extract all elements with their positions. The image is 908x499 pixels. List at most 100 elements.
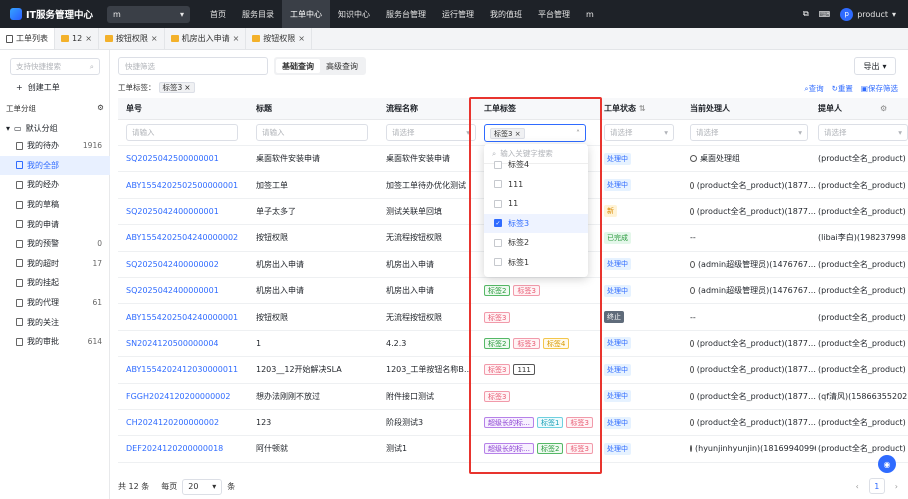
translate-icon[interactable]: ⌨ bbox=[819, 10, 831, 19]
tag-option[interactable]: ✓ 标签3 bbox=[484, 213, 588, 233]
ticket-id-link[interactable]: ABY1554202412030000011 bbox=[126, 357, 246, 382]
close-icon[interactable]: × bbox=[184, 83, 190, 92]
checkbox[interactable]: ✓ bbox=[494, 219, 502, 228]
checkbox[interactable] bbox=[494, 199, 502, 208]
ticket-id-link[interactable]: SQ2025042400000001 bbox=[126, 278, 246, 303]
column-header[interactable]: 单号 bbox=[126, 98, 246, 119]
column-header[interactable]: 工单状态 ⇅ bbox=[604, 98, 682, 119]
tag-filter-select[interactable]: 标签3 × ˄ bbox=[484, 124, 586, 142]
save-filter-link[interactable]: ▣保存筛选 bbox=[861, 83, 898, 94]
ticket-id-link[interactable]: SQ2025042500000001 bbox=[126, 146, 246, 171]
nav-item[interactable]: m bbox=[578, 0, 602, 28]
tag-badge: 标签2 bbox=[484, 337, 511, 349]
checkbox[interactable] bbox=[494, 238, 502, 247]
active-filter-chip[interactable]: 标签3 × bbox=[158, 82, 195, 93]
ticket-id-link[interactable]: SQ2025042400000002 bbox=[126, 252, 246, 277]
sidebar-item[interactable]: 我的待办 1916 bbox=[0, 136, 110, 156]
close-icon[interactable]: × bbox=[85, 34, 92, 43]
ticket-id-link[interactable]: SN2024120500000004 bbox=[126, 331, 246, 356]
sidebar-item[interactable]: 我的代理 61 bbox=[0, 293, 110, 313]
sidebar-search-input[interactable]: 支持快捷搜索 ⌕ bbox=[10, 58, 100, 75]
table-row[interactable]: ABY1554202412030000011 1203__12开始解决SLA 120… bbox=[118, 357, 908, 384]
column-filter-input[interactable]: 请输入 bbox=[126, 124, 238, 141]
table-row[interactable]: ABY1554202504240000001 按钮权限 无流程按钮权限 标签3 终止 --… bbox=[118, 304, 908, 331]
tab-basic-query[interactable]: 基础查询 bbox=[276, 59, 320, 73]
page-size-select[interactable]: 20 ▾ bbox=[182, 478, 223, 495]
sidebar-item[interactable]: 我的预警 0 bbox=[0, 234, 110, 254]
table-row[interactable]: SN2024120500000004 1 4.2.3 标签2 标签3 标签4 处理中 (pro… bbox=[118, 331, 908, 358]
tab-advanced-query[interactable]: 高级查询 bbox=[320, 59, 364, 73]
column-header[interactable]: 当前处理人 bbox=[690, 98, 816, 119]
sort-icon[interactable]: ⇅ bbox=[639, 104, 646, 113]
ticket-id-link[interactable]: CH2024120200000002 bbox=[126, 410, 246, 435]
default-group[interactable]: ▾ ▭ 默认分组 bbox=[6, 123, 58, 134]
table-row[interactable]: SQ2025042400000001 机房出入申请 机房出入申请 标签2 标签3 处理中 (… bbox=[118, 278, 908, 305]
nav-item[interactable]: 服务台管理 bbox=[378, 0, 434, 28]
tag-option[interactable]: 标签1 bbox=[484, 253, 588, 273]
app-logo[interactable]: IT服务管理中心 bbox=[0, 7, 105, 21]
current-page-button[interactable]: 1 bbox=[868, 478, 885, 494]
nav-item[interactable]: 知识中心 bbox=[330, 0, 378, 28]
flow-name: 无流程按钮权限 bbox=[386, 312, 442, 322]
ticket-id-link[interactable]: ABY1554202504240000001 bbox=[126, 304, 246, 329]
nav-item[interactable]: 首页 bbox=[202, 0, 234, 28]
assistant-bot-icon[interactable]: ◉ bbox=[878, 455, 896, 473]
sidebar-item[interactable]: 我的超时 17 bbox=[0, 254, 110, 274]
table-row[interactable]: DEF2024120200000018 阿什顿就 测试1 超级长的标… 标签2 标签3 处理… bbox=[118, 436, 908, 463]
page-tab[interactable]: 工单列表 bbox=[0, 28, 55, 49]
sidebar-item[interactable]: 我的审批 614 bbox=[0, 332, 110, 352]
ticket-id-link[interactable]: ABY1554202502500000001 bbox=[126, 172, 246, 197]
column-header[interactable]: 标题 bbox=[256, 98, 376, 119]
column-settings-icon[interactable]: ⚙ bbox=[880, 98, 900, 119]
page-tab[interactable]: 按钮权限 × bbox=[99, 28, 165, 49]
close-icon[interactable]: × bbox=[151, 34, 158, 43]
sidebar-item[interactable]: 我的申请 bbox=[0, 214, 110, 234]
page-tab[interactable]: 12 × bbox=[55, 28, 99, 49]
nav-item[interactable]: 工单中心 bbox=[282, 0, 330, 28]
create-ticket-button[interactable]: + 创建工单 bbox=[16, 82, 60, 93]
prev-page-icon[interactable]: ‹ bbox=[856, 482, 859, 491]
nav-item[interactable]: 我的值班 bbox=[482, 0, 530, 28]
external-link-icon[interactable]: ⧉ bbox=[803, 9, 809, 19]
table-row[interactable]: FGGH2024120200000002 想办法刚刚不放过 附件接口测试 标签3 处理中… bbox=[118, 384, 908, 410]
app-switcher-select[interactable]: m ▾ bbox=[107, 5, 190, 23]
ticket-id-link[interactable]: DEF2024120200000018 bbox=[126, 436, 246, 461]
column-filter-input[interactable]: 请输入 bbox=[256, 124, 368, 141]
nav-item[interactable]: 运行管理 bbox=[434, 0, 482, 28]
gear-icon[interactable]: ⚙ bbox=[97, 103, 104, 114]
sidebar-item[interactable]: 我的全部 bbox=[0, 155, 110, 176]
status-badge: 处理中 bbox=[604, 337, 631, 350]
column-filter-select[interactable]: 请选择 ▾ bbox=[818, 124, 908, 141]
checkbox[interactable] bbox=[494, 258, 502, 267]
close-icon[interactable]: × bbox=[298, 34, 305, 43]
ticket-id-link[interactable]: FGGH2024120200000002 bbox=[126, 384, 246, 409]
nav-item[interactable]: 服务目录 bbox=[234, 0, 282, 28]
next-page-icon[interactable]: › bbox=[895, 482, 898, 491]
page-tab[interactable]: 按钮权限 × bbox=[246, 28, 312, 49]
close-icon[interactable]: × bbox=[233, 34, 240, 43]
page-tab[interactable]: 机房出入申请 × bbox=[165, 28, 247, 49]
column-filter-select[interactable]: 请选择 ▾ bbox=[690, 124, 808, 141]
sidebar-item[interactable]: 我的经办 bbox=[0, 175, 110, 195]
tag-option[interactable]: 11 bbox=[484, 194, 588, 214]
sidebar-item[interactable]: 我的关注 bbox=[0, 312, 110, 332]
column-filter-select[interactable]: 请选择 ▾ bbox=[386, 124, 476, 141]
ticket-id-link[interactable]: SQ2025042400000001 bbox=[126, 199, 246, 224]
quick-filter-input[interactable]: 快捷筛选 bbox=[118, 57, 268, 75]
tag-option[interactable]: 标签2 bbox=[484, 233, 588, 253]
nav-item[interactable]: 平台管理 bbox=[530, 0, 578, 28]
sidebar-item[interactable]: 我的挂起 bbox=[0, 273, 110, 293]
column-filter-select[interactable]: 请选择 ▾ bbox=[604, 124, 674, 141]
checkbox[interactable] bbox=[494, 160, 502, 169]
query-link[interactable]: ⌕查询 bbox=[804, 83, 823, 94]
checkbox[interactable] bbox=[494, 180, 502, 189]
column-header[interactable]: 工单标签 bbox=[484, 98, 594, 119]
export-button[interactable]: 导出 ▾ bbox=[854, 57, 896, 75]
sidebar-item[interactable]: 我的草稿 bbox=[0, 195, 110, 215]
reset-link[interactable]: ↻重置 bbox=[832, 83, 853, 94]
ticket-id-link[interactable]: ABY1554202504240000002 bbox=[126, 225, 246, 250]
user-menu[interactable]: p product ▾ bbox=[840, 7, 896, 21]
tag-option[interactable]: 111 bbox=[484, 175, 588, 195]
table-row[interactable]: CH2024120200000002 123 阶段测试3 超级长的标… 标签1 标签3 处理… bbox=[118, 410, 908, 437]
column-header[interactable]: 流程名称 bbox=[386, 98, 484, 119]
